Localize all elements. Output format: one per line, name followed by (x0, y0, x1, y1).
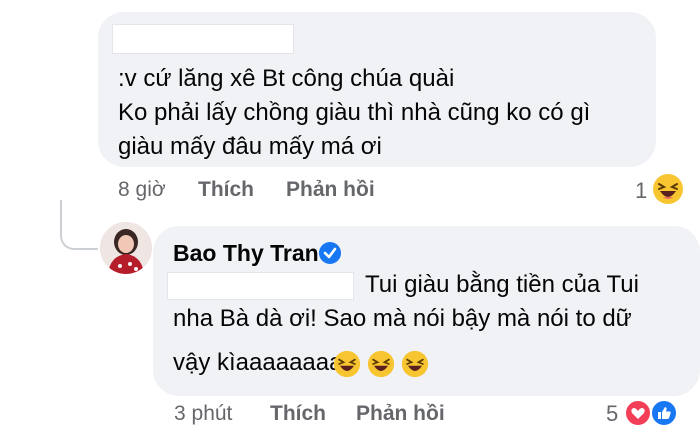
comment-text-line: nha Bà dà ơi! Sao mà nói bậy mà nói to d… (173, 305, 632, 332)
comment-text-line: giàu mấy đâu mấy má ơi (118, 133, 382, 160)
reaction-count[interactable]: 1 (635, 178, 647, 204)
comment-text-line: Tui giàu bằng tiền của Tui (365, 271, 639, 298)
reply-button[interactable]: Phản hồi (286, 178, 375, 202)
reaction-count[interactable]: 5 (606, 401, 618, 427)
laughing-emoji-icon (367, 350, 395, 383)
comment-text-line: :v cứ lăng xê Bt công chúa quài (118, 65, 455, 92)
laughing-emoji-icon (333, 350, 361, 383)
comment-timestamp[interactable]: 8 giờ (118, 178, 166, 202)
redacted-mention (167, 272, 354, 300)
like-button[interactable]: Thích (198, 178, 254, 202)
like-reaction-icon[interactable] (650, 399, 678, 432)
laughing-emoji-icon (401, 350, 429, 383)
avatar[interactable] (100, 222, 152, 274)
like-label: Thích (198, 178, 254, 201)
comment-bubble: :v cứ lăng xê Bt công chúa quài Ko phải … (98, 12, 656, 167)
reply-label: Phản hồi (286, 178, 375, 201)
comment-timestamp[interactable]: 3 phút (174, 402, 232, 426)
heart-reaction-icon[interactable] (624, 399, 652, 432)
thread-connector (60, 200, 98, 250)
comment-text-fragment: vậy kìaaaaaaaa (173, 349, 343, 376)
laughing-emoji-icon[interactable] (652, 173, 684, 210)
comment-author[interactable]: Bao Thy Tran (173, 240, 319, 267)
comment-text-line: Ko phải lấy chồng giàu thì nhà cũng ko c… (118, 99, 591, 126)
comment-text-line: vậy kìaaaaaaaa (173, 346, 342, 380)
reply-bubble: Bao Thy Tran Tui giàu bằng tiền của Tui … (153, 226, 700, 396)
redacted-author-name (112, 24, 294, 54)
reply-button[interactable]: Phản hồi (356, 402, 445, 426)
reply-label: Phản hồi (356, 402, 445, 425)
like-button[interactable]: Thích (270, 402, 326, 426)
like-label: Thích (270, 402, 326, 425)
verified-badge-icon (319, 242, 341, 264)
